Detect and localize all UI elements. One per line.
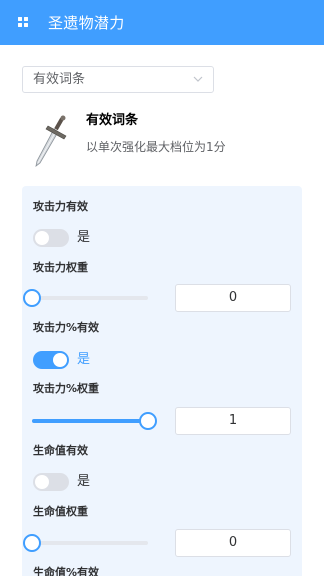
- toggle-switch[interactable]: [33, 229, 69, 247]
- select-value: 有效词条: [33, 72, 86, 87]
- sword-icon: [35, 115, 67, 167]
- weight-input[interactable]: 0: [175, 284, 291, 312]
- weight-input[interactable]: 0: [175, 529, 291, 557]
- weight-slider[interactable]: [23, 534, 148, 552]
- setting-label: 生命值%有效: [33, 566, 100, 576]
- switch-knob: [35, 231, 49, 245]
- settings-panel: 攻击力有效 是 攻击力权重 0 攻击力%有效 是 攻击力%权重 1 生命值有效 …: [22, 186, 302, 576]
- slider-track: [32, 296, 148, 300]
- weight-slider[interactable]: [32, 412, 157, 430]
- app-header: 圣遗物潜力: [0, 0, 324, 45]
- weight-label: 生命值权重: [33, 505, 88, 518]
- slider-fill: [32, 419, 148, 423]
- item-name: 有效词条: [86, 113, 139, 128]
- chevron-down-icon: [193, 76, 203, 82]
- switch-text: 是: [77, 230, 91, 245]
- toggle-switch[interactable]: [33, 351, 69, 369]
- weight-input[interactable]: 1: [175, 407, 291, 435]
- setting-label: 生命值有效: [33, 444, 88, 457]
- slider-track: [32, 541, 148, 545]
- weight-slider[interactable]: [23, 289, 148, 307]
- slider-thumb[interactable]: [23, 289, 41, 307]
- switch-knob: [53, 353, 67, 367]
- switch-text: 是: [77, 474, 91, 489]
- slider-thumb[interactable]: [139, 412, 157, 430]
- switch-knob: [35, 475, 49, 489]
- item-description: 以单次强化最大档位为1分: [86, 140, 226, 154]
- switch-text: 是: [77, 352, 91, 367]
- weight-label: 攻击力权重: [33, 261, 88, 274]
- toggle-switch[interactable]: [33, 473, 69, 491]
- weight-label: 攻击力%权重: [33, 382, 100, 395]
- setting-label: 攻击力有效: [33, 200, 88, 213]
- page-title: 圣遗物潜力: [48, 14, 125, 32]
- mode-select[interactable]: 有效词条: [22, 66, 214, 93]
- setting-label: 攻击力%有效: [33, 321, 100, 334]
- grid-menu-icon[interactable]: [18, 17, 28, 27]
- slider-thumb[interactable]: [23, 534, 41, 552]
